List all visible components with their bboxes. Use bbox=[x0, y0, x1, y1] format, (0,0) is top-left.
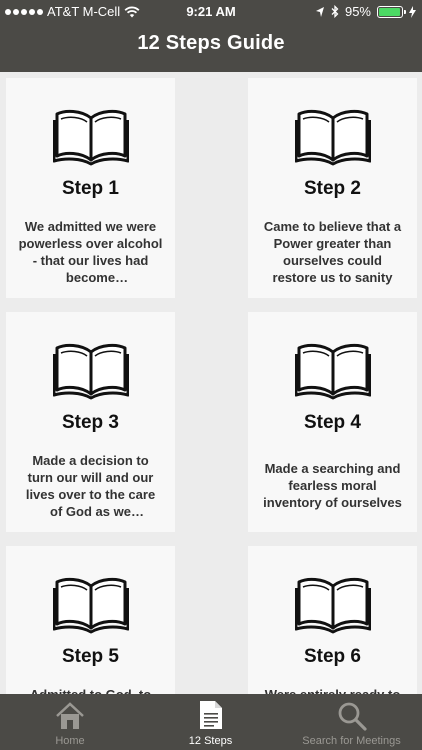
step-card-3[interactable]: Step 3 Made a decision to turn our will … bbox=[6, 312, 175, 532]
step-title: Step 3 bbox=[61, 412, 120, 433]
tab-bar: Home 12 Steps Search for Meetings bbox=[0, 694, 422, 750]
battery-level bbox=[379, 7, 400, 16]
step-description: Admitted to God, to ourselves, and to an… bbox=[18, 686, 163, 694]
open-book-icon bbox=[295, 577, 371, 634]
document-icon bbox=[199, 701, 222, 729]
tab-12-steps[interactable]: 12 Steps bbox=[140, 694, 281, 750]
page-title: 12 Steps Guide bbox=[137, 32, 285, 54]
step-card-4[interactable]: Step 4 Made a searching and fearless mor… bbox=[248, 312, 417, 532]
step-card-6[interactable]: Step 6 Were entirely ready to have God r… bbox=[248, 546, 417, 694]
step-title: Step 2 bbox=[303, 178, 362, 199]
header: AT&T M-Cell 9:21 AM 95% 12 Steps Guide bbox=[0, 0, 422, 72]
step-card-2[interactable]: Step 2 Came to believe that a Power grea… bbox=[248, 78, 417, 298]
tab-label: Search for Meetings bbox=[302, 735, 401, 747]
step-card-1[interactable]: Step 1 We admitted we were powerless ove… bbox=[6, 78, 175, 298]
status-right: 95% bbox=[315, 4, 416, 19]
steps-grid: Step 1 We admitted we were powerless ove… bbox=[0, 72, 422, 694]
step-description: Were entirely ready to have God remove a… bbox=[260, 686, 405, 694]
step-description: Came to believe that a Power greater tha… bbox=[263, 219, 402, 285]
step-description: Made a decision to turn our will and our… bbox=[25, 453, 156, 519]
step-title: Step 5 bbox=[61, 646, 120, 667]
magnifier-icon bbox=[338, 702, 367, 731]
open-book-icon bbox=[53, 343, 129, 400]
open-book-icon bbox=[295, 109, 371, 166]
step-title: Step 4 bbox=[303, 412, 362, 433]
open-book-icon bbox=[295, 343, 371, 400]
house-icon bbox=[56, 702, 84, 729]
open-book-icon bbox=[53, 577, 129, 634]
tab-label: Home bbox=[55, 735, 85, 747]
location-arrow-icon bbox=[315, 6, 324, 17]
tab-home[interactable]: Home bbox=[0, 694, 140, 750]
bluetooth-icon bbox=[331, 5, 339, 18]
step-title: Step 1 bbox=[61, 178, 120, 199]
status-bar: AT&T M-Cell 9:21 AM 95% bbox=[0, 0, 422, 24]
charging-bolt-icon bbox=[409, 5, 416, 18]
battery-percent: 95% bbox=[344, 4, 371, 19]
tab-label: 12 Steps bbox=[188, 735, 233, 747]
step-description: Made a searching and fearless moral inve… bbox=[263, 461, 402, 510]
open-book-icon bbox=[53, 109, 129, 166]
step-title: Step 6 bbox=[303, 646, 362, 667]
tab-search-meetings[interactable]: Search for Meetings bbox=[281, 694, 422, 750]
step-description: We admitted we were powerless over alcoh… bbox=[18, 219, 163, 285]
battery-icon bbox=[377, 5, 406, 18]
step-card-5[interactable]: Step 5 Admitted to God, to ourselves, an… bbox=[6, 546, 175, 694]
